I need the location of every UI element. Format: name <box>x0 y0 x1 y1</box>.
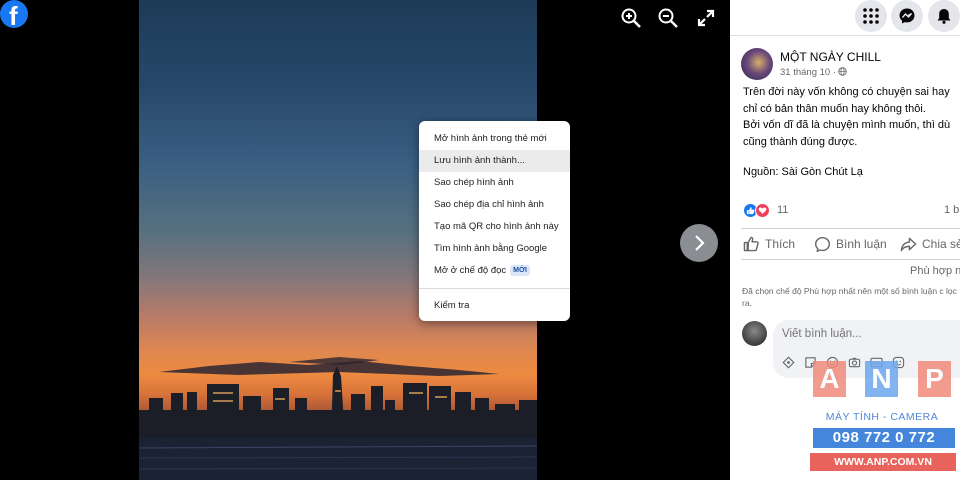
anp-tagline: MÁY TÍNH - CAMERA <box>825 411 939 423</box>
user-avatar[interactable] <box>742 321 767 346</box>
zoom-in-icon[interactable] <box>619 6 643 30</box>
comment-sort-dropdown[interactable]: Phù hợp n <box>910 265 960 277</box>
menu-grid-icon[interactable] <box>855 0 887 32</box>
ctx-open-reading-mode[interactable]: Mở ở chế độ đọc MỚI <box>419 260 570 282</box>
fullscreen-icon[interactable] <box>694 6 718 30</box>
new-badge: MỚI <box>510 265 530 276</box>
reaction-count: 11 <box>777 204 789 216</box>
anp-letter-p: P <box>918 361 951 397</box>
page-name[interactable]: MỘT NGÀY CHILL <box>780 50 881 64</box>
zoom-out-icon[interactable] <box>656 6 680 30</box>
comment-input[interactable] <box>782 328 960 340</box>
header-divider <box>730 35 960 36</box>
next-photo-button[interactable] <box>680 224 718 262</box>
actions-divider-top <box>741 228 960 229</box>
post-line: cũng thành đúng được. <box>743 135 858 148</box>
post-text: Trên đời này vốn không có chuyện sai hay… <box>743 84 960 181</box>
comment-icon <box>814 236 831 253</box>
ctx-create-qr-code[interactable]: Tạo mã QR cho hình ảnh này <box>419 216 570 238</box>
page-avatar[interactable] <box>741 48 773 80</box>
post-source: Nguồn: Sài Gòn Chút Lạ <box>743 166 863 178</box>
avatar-sticker-icon[interactable] <box>782 356 795 369</box>
anp-watermark: A N P MÁY TÍNH - CAMERA 098 772 0 772 WW… <box>808 361 956 473</box>
comment-count[interactable]: 1 b <box>944 204 959 216</box>
post-line: chỉ có bản thân muốn hay không thôi. <box>743 102 926 115</box>
actions-divider-bottom <box>741 259 960 260</box>
ctx-open-image-new-tab[interactable]: Mở hình ảnh trong thẻ mới <box>419 128 570 150</box>
globe-icon <box>838 67 847 76</box>
comment-label: Bình luận <box>836 237 887 251</box>
post-line: Bởi vốn dĩ đã là chuyện mình muốn, thì d… <box>743 119 951 131</box>
post-date[interactable]: 31 tháng 10 · <box>780 67 847 78</box>
filter-note: Đã chọn chế độ Phù hợp nhất nên một số b… <box>742 286 957 308</box>
context-menu: Mở hình ảnh trong thẻ mới Lưu hình ảnh t… <box>419 121 570 321</box>
anp-website: WWW.ANP.COM.VN <box>810 453 956 471</box>
love-reaction-icon <box>755 203 770 218</box>
anp-letter-n: N <box>865 361 898 397</box>
share-label: Chia sẻ <box>922 237 960 251</box>
anp-letter-a: A <box>813 361 846 397</box>
ctx-reading-mode-label: Mở ở chế độ đọc <box>434 265 507 276</box>
ctx-copy-image-address[interactable]: Sao chép địa chỉ hình ảnh <box>419 194 570 216</box>
ctx-copy-image[interactable]: Sao chép hình ảnh <box>419 172 570 194</box>
post-line: Trên đời này vốn không có chuyện sai hay <box>743 86 950 98</box>
menu-divider <box>419 288 570 289</box>
share-icon <box>900 237 917 252</box>
bell-icon[interactable] <box>928 0 960 32</box>
facebook-logo-icon[interactable]: f <box>0 0 28 28</box>
thumbs-up-icon <box>743 236 759 252</box>
anp-phone: 098 772 0 772 <box>813 428 955 448</box>
post-date-text: 31 tháng 10 · <box>780 67 836 78</box>
ctx-save-image-as[interactable]: Lưu hình ảnh thành... <box>419 150 570 172</box>
chevron-right-icon <box>695 235 705 251</box>
messenger-icon[interactable] <box>891 0 923 32</box>
ctx-inspect[interactable]: Kiểm tra <box>419 295 570 317</box>
photo-viewer: f <box>0 0 730 480</box>
ctx-search-image-google[interactable]: Tìm hình ảnh bằng Google <box>419 238 570 260</box>
like-label: Thích <box>765 237 796 251</box>
